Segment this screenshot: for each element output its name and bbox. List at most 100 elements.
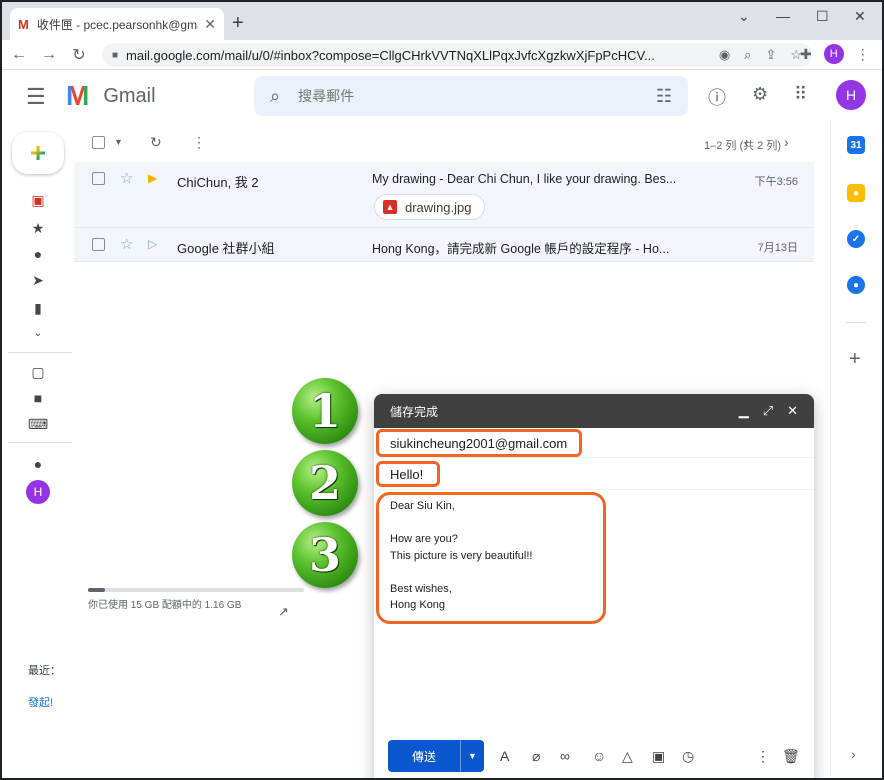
- important-marker-icon[interactable]: ▶: [148, 171, 157, 185]
- address-bar-row: ← → ↻ ■ mail.google.com/mail/u/0/#inbox?…: [2, 40, 882, 70]
- extensions-icon[interactable]: ✚: [800, 46, 812, 63]
- minimize-compose-icon[interactable]: ▁: [739, 403, 749, 419]
- main-menu-icon[interactable]: ☰: [26, 84, 46, 110]
- side-panel-divider: [845, 322, 867, 323]
- calendar-icon[interactable]: 31: [847, 136, 865, 154]
- rail-divider: [8, 352, 72, 353]
- rail-divider: [8, 442, 72, 443]
- attachment-name: drawing.jpg: [405, 199, 472, 215]
- profile-avatar[interactable]: H: [823, 44, 844, 64]
- row-checkbox[interactable]: [92, 238, 105, 256]
- send-label: 傳送: [411, 749, 436, 764]
- meet-new-icon[interactable]: ▢: [28, 364, 48, 381]
- settings-gear-icon[interactable]: ⚙: [752, 84, 768, 105]
- url-bar[interactable]: ■ mail.google.com/mail/u/0/#inbox?compos…: [102, 43, 812, 67]
- next-page-icon[interactable]: ›: [784, 134, 789, 150]
- tab-search-icon[interactable]: ⌄: [738, 8, 750, 25]
- apps-grid-icon[interactable]: ⠿: [794, 84, 807, 105]
- starred-icon[interactable]: ★: [28, 220, 48, 237]
- expand-panel-icon[interactable]: ›: [851, 746, 856, 762]
- prev-page-icon[interactable]: ‹: [744, 134, 749, 150]
- step-1-badge: 1: [292, 378, 358, 444]
- new-tab-button[interactable]: +: [232, 12, 244, 35]
- formatting-icon[interactable]: A: [500, 748, 509, 764]
- step-2-badge: 2: [292, 450, 358, 516]
- attachment-chip[interactable]: ▲ drawing.jpg: [374, 194, 485, 220]
- more-chevron-icon[interactable]: ⌄: [28, 328, 48, 339]
- email-date: 下午3:56: [754, 176, 798, 188]
- subject-field[interactable]: Hello!: [374, 458, 814, 490]
- tab-title: 收件匣 - pcec.pearsonhk@gma: [36, 17, 199, 32]
- important-marker-icon[interactable]: ▷: [148, 237, 157, 251]
- start-chat-link[interactable]: 發起!: [28, 694, 53, 710]
- email-row[interactable]: ☆ ▷ Google 社群小組 Hong Kong，請完成新 Google 帳戶…: [74, 228, 814, 262]
- attach-icon[interactable]: ⌀: [532, 748, 540, 765]
- emoji-icon[interactable]: ☺: [592, 748, 606, 764]
- back-arrow-icon[interactable]: ←: [6, 46, 32, 64]
- minimize-button[interactable]: —: [776, 8, 790, 24]
- drafts-icon[interactable]: ▮: [28, 300, 48, 317]
- account-avatar[interactable]: H: [836, 80, 866, 110]
- snoozed-clock-icon[interactable]: ●: [28, 246, 48, 262]
- sent-icon[interactable]: ➤: [28, 272, 48, 289]
- help-icon[interactable]: ⓘ: [708, 84, 726, 110]
- maximize-button[interactable]: ☐: [816, 8, 829, 25]
- compose-window: 儲存完成 ▁ ⤢ ✕ siukincheung2001@gmail.com He…: [374, 394, 814, 778]
- send-options-icon[interactable]: ▼: [460, 740, 484, 772]
- url-text[interactable]: mail.google.com/mail/u/0/#inbox?compose=…: [126, 48, 719, 63]
- browser-tab-bar: M 收件匣 - pcec.pearsonhk@gma ✕ + ⌄ — ☐ ✕: [2, 2, 882, 40]
- chat-bubble-icon[interactable]: ●: [28, 456, 48, 472]
- star-icon[interactable]: ☆: [120, 169, 133, 187]
- image-file-icon: ▲: [383, 200, 397, 214]
- chat-avatar[interactable]: H: [26, 480, 50, 504]
- more-options-icon[interactable]: ⋮: [192, 134, 206, 151]
- search-options-icon[interactable]: ☷: [656, 86, 672, 107]
- send-button[interactable]: 傳送 ▼: [388, 740, 484, 772]
- zoom-icon[interactable]: ⌕: [744, 47, 751, 63]
- share-icon[interactable]: ⇪: [765, 47, 776, 63]
- discard-draft-icon[interactable]: 🗑: [782, 748, 800, 765]
- star-icon[interactable]: ☆: [120, 235, 133, 253]
- gmail-favicon-icon: M: [18, 16, 29, 32]
- browser-tab[interactable]: M 收件匣 - pcec.pearsonhk@gma ✕: [10, 8, 224, 40]
- select-all-checkbox[interactable]: [92, 136, 105, 152]
- close-compose-icon[interactable]: ✕: [787, 403, 798, 419]
- recent-label: 最近：: [28, 665, 61, 677]
- add-addon-icon[interactable]: +: [849, 348, 861, 371]
- row-checkbox[interactable]: [92, 172, 105, 190]
- compose-header[interactable]: 儲存完成 ▁ ⤢ ✕: [374, 394, 814, 428]
- gmail-logo[interactable]: M Gmail: [66, 82, 156, 110]
- gmail-app-name: Gmail: [103, 84, 156, 107]
- email-subject: My drawing - Dear Chi Chun, I like your …: [372, 172, 677, 186]
- select-dropdown-icon[interactable]: ▼: [114, 137, 123, 147]
- refresh-icon[interactable]: ↻: [150, 134, 162, 151]
- search-input[interactable]: [298, 88, 656, 104]
- eye-icon[interactable]: ◉: [719, 47, 730, 63]
- close-window-button[interactable]: ✕: [854, 8, 866, 25]
- keyboard-icon[interactable]: ⌨: [28, 416, 48, 433]
- lock-icon[interactable]: ■: [112, 50, 118, 61]
- tab-close-icon[interactable]: ✕: [204, 16, 216, 33]
- keep-icon[interactable]: ●: [847, 184, 865, 202]
- search-icon[interactable]: ⌕: [270, 86, 280, 107]
- inbox-icon[interactable]: ▣: [28, 192, 48, 209]
- fullscreen-icon[interactable]: ⤢: [763, 403, 773, 419]
- more-compose-options-icon[interactable]: ⋮: [756, 748, 770, 765]
- forward-arrow-icon[interactable]: →: [36, 46, 62, 64]
- compose-button[interactable]: +: [12, 132, 64, 174]
- email-row[interactable]: ☆ ▶ ChiChun, 我 2 My drawing - Dear Chi C…: [74, 162, 814, 228]
- photo-icon[interactable]: ▣: [652, 748, 665, 765]
- open-external-icon[interactable]: ↗: [278, 604, 289, 620]
- tasks-icon[interactable]: ✓: [847, 230, 865, 248]
- compose-toolbar: 傳送 ▼ A ⌀ ∞ ☺ △ ▣ ◷ ⋮ 🗑: [374, 736, 814, 776]
- link-icon[interactable]: ∞: [560, 748, 570, 764]
- confidential-mode-icon[interactable]: ◷: [682, 748, 694, 765]
- contacts-icon[interactable]: ●: [847, 276, 865, 294]
- video-camera-icon[interactable]: ■: [28, 390, 48, 406]
- drive-icon[interactable]: △: [622, 748, 633, 765]
- storage-bar-fill: [88, 588, 106, 592]
- email-subject: Hong Kong，請完成新 Google 帳戶的設定程序 - Ho...: [372, 242, 670, 256]
- step-number: 1: [308, 384, 341, 438]
- reload-icon[interactable]: ↻: [66, 45, 92, 65]
- browser-menu-icon[interactable]: ⋮: [856, 46, 870, 63]
